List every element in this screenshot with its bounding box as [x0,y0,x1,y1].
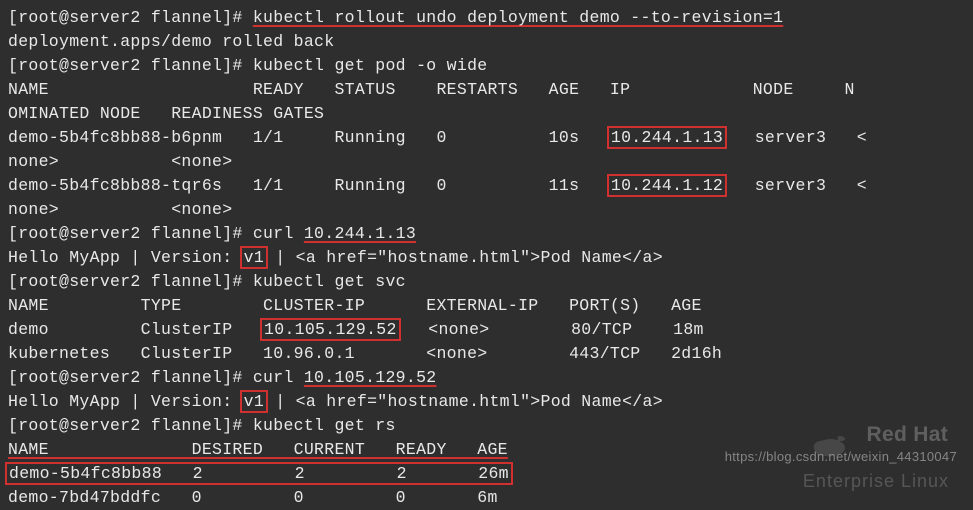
terminal-line: [root@server2 flannel]# kubectl get pod … [8,54,965,78]
terminal-line: [root@server2 flannel]# kubectl rollout … [8,6,965,30]
prompt: [root@server2 flannel]# [8,416,253,435]
svc-row: kubernetes ClusterIP 10.96.0.1 <none> 44… [8,342,965,366]
watermark-url: https://blog.csdn.net/weixin_44310047 [725,445,957,469]
version-badge: v1 [240,246,268,269]
pod-row: demo-5b4fc8bb88-tqr6s 1/1 Running 0 11s … [8,174,965,198]
rs-active-row: demo-5b4fc8bb88 2 2 2 26m [5,462,513,485]
version-badge: v1 [240,390,268,413]
pod-row-cont: none> <none> [8,198,965,222]
prompt: [root@server2 flannel]# [8,368,253,387]
curl-output: Hello MyApp | Version: v1 | <a href="hos… [8,246,965,270]
svc-row: demo ClusterIP 10.105.129.52 <none> 80/T… [8,318,965,342]
command-curl: curl [253,224,304,243]
command-get-rs: kubectl get rs [253,416,396,435]
command-get-svc: kubectl get svc [253,272,406,291]
pod-row-cont: none> <none> [8,150,965,174]
command-get-pod: kubectl get pod -o wide [253,56,488,75]
command-rollout-undo: kubectl rollout undo deployment demo --t… [253,8,783,27]
pod-ip: 10.244.1.13 [607,126,727,149]
pod-ip: 10.244.1.12 [607,174,727,197]
terminal-line: [root@server2 flannel]# curl 10.244.1.13 [8,222,965,246]
curl-output: Hello MyApp | Version: v1 | <a href="hos… [8,390,965,414]
pod-row: demo-5b4fc8bb88-b6pnm 1/1 Running 0 10s … [8,126,965,150]
prompt: [root@server2 flannel]# [8,272,253,291]
prompt: [root@server2 flannel]# [8,56,253,75]
terminal-line: [root@server2 flannel]# curl 10.105.129.… [8,366,965,390]
output-rolled-back: deployment.apps/demo rolled back [8,30,965,54]
svc-header: NAME TYPE CLUSTER-IP EXTERNAL-IP PORT(S)… [8,294,965,318]
pods-header: NAME READY STATUS RESTARTS AGE IP NODE N [8,78,965,102]
command-curl: curl [253,368,304,387]
watermark-subtitle: Enterprise Linux [803,469,949,493]
cluster-ip: 10.105.129.52 [260,318,401,341]
pods-header-cont: OMINATED NODE READINESS GATES [8,102,965,126]
prompt: [root@server2 flannel]# [8,8,253,27]
curl-target-ip: 10.244.1.13 [304,224,416,243]
watermark-brand: Red Hat [867,423,948,447]
prompt: [root@server2 flannel]# [8,224,253,243]
curl-target-ip: 10.105.129.52 [304,368,437,387]
terminal-line: [root@server2 flannel]# kubectl get svc [8,270,965,294]
